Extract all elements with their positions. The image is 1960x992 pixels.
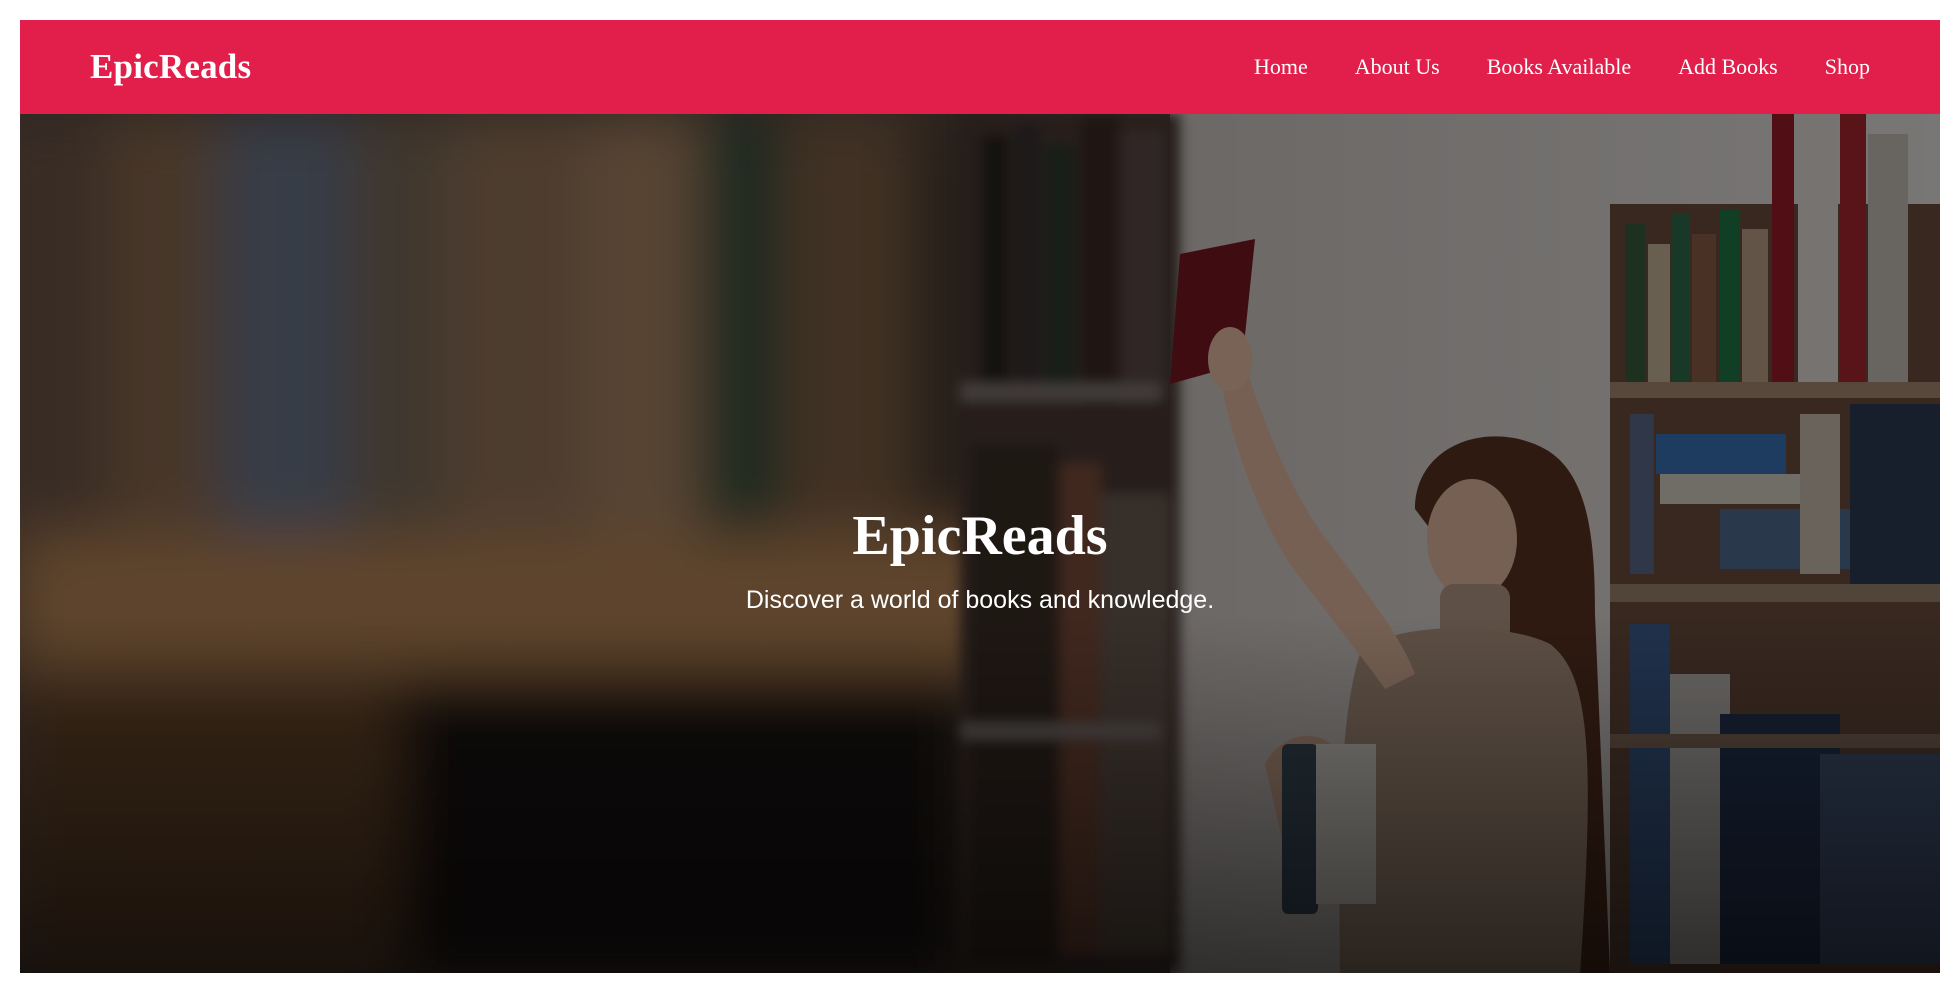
page-frame: EpicReads Home About Us Books Available … xyxy=(20,20,1940,973)
brand-logo-link[interactable]: EpicReads xyxy=(90,47,251,87)
hero-section: EpicReads Discover a world of books and … xyxy=(20,114,1940,973)
nav-link-books-available[interactable]: Books Available xyxy=(1487,54,1631,80)
top-navbar: EpicReads Home About Us Books Available … xyxy=(20,20,1940,114)
nav-link-home[interactable]: Home xyxy=(1254,54,1308,80)
hero-content: EpicReads Discover a world of books and … xyxy=(20,114,1940,973)
nav-link-shop[interactable]: Shop xyxy=(1825,54,1870,80)
nav-link-about-us[interactable]: About Us xyxy=(1355,54,1440,80)
hero-subtitle: Discover a world of books and knowledge. xyxy=(745,585,1215,614)
nav-link-add-books[interactable]: Add Books xyxy=(1678,54,1778,80)
hero-title: EpicReads xyxy=(852,505,1108,568)
nav-menu: Home About Us Books Available Add Books … xyxy=(1254,54,1870,80)
